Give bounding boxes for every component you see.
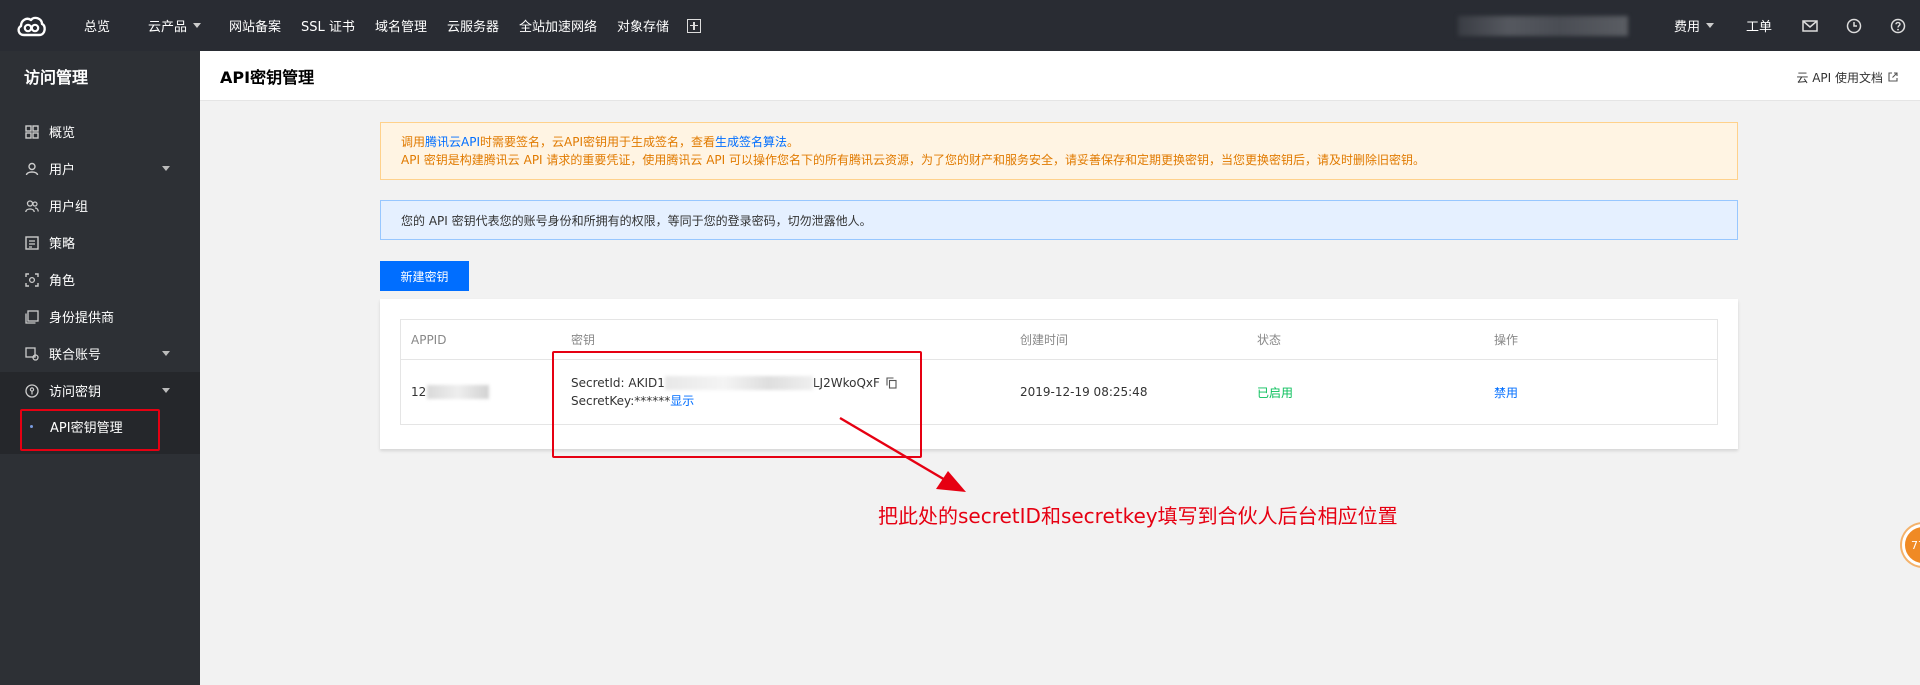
- annotation-text: 把此处的secretID和secretkey填写到合伙人后台相应位置: [878, 504, 1398, 528]
- annotation-arrow-icon: [839, 416, 966, 492]
